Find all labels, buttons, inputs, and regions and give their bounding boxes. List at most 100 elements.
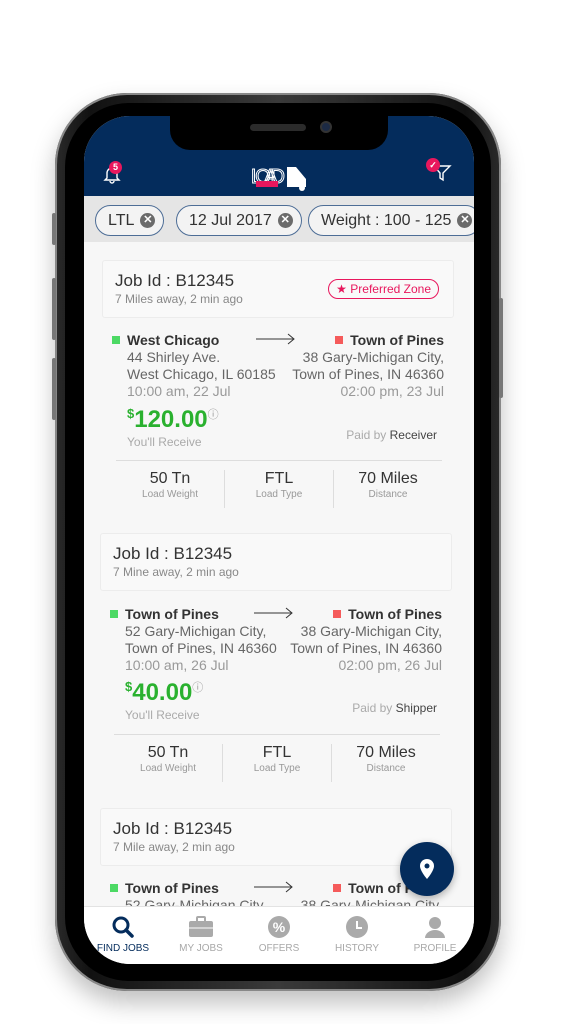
search-icon xyxy=(112,916,134,938)
bottom-tab-bar: FIND JOBS MY JOBS % OFFERS HISTORY PROFI… xyxy=(84,906,474,964)
origin-marker-icon xyxy=(110,610,118,618)
receive-label: You'll Receive xyxy=(125,708,200,722)
info-icon[interactable]: ⓘ xyxy=(208,409,219,421)
destination-address-line1: 38 Gary-Michigan City, xyxy=(302,349,444,365)
power-button xyxy=(499,298,503,398)
destination: Town of Pines 38 Gary-Michigan City, Tow… xyxy=(290,606,442,674)
map-view-button[interactable] xyxy=(400,842,454,896)
destination-address-line2: Town of Pines, IN 46360 xyxy=(292,366,444,382)
destination: Town of Pines 38 Gary-Michigan City, Tow… xyxy=(292,332,444,400)
divider xyxy=(114,734,440,735)
origin: Town of Pines 52 Gary-Michigan City, xyxy=(110,880,266,906)
destination-address-line1: 38 Gary-Michigan City, xyxy=(300,623,442,639)
speaker xyxy=(250,124,306,131)
tab-profile[interactable]: PROFILE xyxy=(396,907,474,964)
remove-filter-icon[interactable]: ✕ xyxy=(457,213,473,228)
tab-label: MY JOBS xyxy=(179,943,223,954)
job-stats: 50 Tn Load Weight FTL Load Type 70 Miles Di… xyxy=(114,744,440,782)
tab-label: FIND JOBS xyxy=(96,943,150,954)
job-id: Job Id : B12345 xyxy=(115,271,235,290)
job-card-header[interactable]: Job Id : B12345 7 Miles away, 2 min ago … xyxy=(102,260,454,318)
notification-badge: 5 xyxy=(109,161,122,174)
briefcase-icon xyxy=(189,916,213,937)
info-icon[interactable]: ⓘ xyxy=(192,682,203,694)
origin-address-line2: West Chicago, IL 60185 xyxy=(127,366,276,382)
stat-load-type: FTL Load Type xyxy=(224,470,333,508)
front-camera xyxy=(320,121,332,133)
job-card-header[interactable]: Job Id : B12345 7 Mile away, 2 min ago xyxy=(100,808,452,866)
paid-by: Paid by Receiver xyxy=(346,428,437,442)
destination-marker-icon xyxy=(335,336,344,344)
destination-city: Town of Pines xyxy=(348,606,442,622)
job-price: $40.00ⓘ xyxy=(125,679,204,706)
divider xyxy=(116,460,442,461)
job-route: Town of Pines 52 Gary-Michigan City, Tow… xyxy=(110,606,442,676)
app-logo: LOAD xyxy=(250,159,310,191)
remove-filter-icon[interactable]: ✕ xyxy=(277,213,293,228)
job-meta: 7 Mile away, 2 min ago xyxy=(113,840,235,854)
destination-marker-icon xyxy=(333,610,342,618)
job-stats: 50 Tn Load Weight FTL Load Type 70 Miles Di… xyxy=(116,470,442,508)
stat-load-weight: 50 Tn Load Weight xyxy=(140,744,196,774)
filter-chip-weight[interactable]: Weight : 100 - 125 ✕ xyxy=(308,205,474,236)
stat-load-type: FTL Load Type xyxy=(222,744,331,782)
svg-text:%: % xyxy=(273,919,286,935)
payer: Shipper xyxy=(395,701,437,715)
tab-label: PROFILE xyxy=(413,943,457,954)
tab-history[interactable]: HISTORY xyxy=(318,907,396,964)
origin-marker-icon xyxy=(112,336,120,344)
app-screen: 5 LOAD ✓ LTL ✕ 12 Jul 2017 ✕ Weight : 10… xyxy=(84,116,474,964)
origin-city: Town of Pines xyxy=(125,880,219,896)
badge-label: Preferred Zone xyxy=(350,282,431,296)
star-icon: ★ xyxy=(336,282,347,296)
payer: Receiver xyxy=(389,428,437,442)
job-card-header[interactable]: Job Id : B12345 7 Mine away, 2 min ago xyxy=(100,533,452,591)
origin-address-line1: 44 Shirley Ave. xyxy=(127,349,221,365)
filter-active-badge: ✓ xyxy=(426,158,440,172)
origin-city: West Chicago xyxy=(127,332,220,348)
percent-icon: % xyxy=(268,916,290,938)
stat-distance: 70 Miles Distance xyxy=(333,470,442,508)
volume-up-button xyxy=(52,278,56,340)
job-id: Job Id : B12345 xyxy=(113,819,233,838)
origin: Town of Pines 52 Gary-Michigan City, Tow… xyxy=(110,606,277,674)
destination-address-line2: Town of Pines, IN 46360 xyxy=(290,640,442,656)
filter-button[interactable]: ✓ xyxy=(426,158,452,187)
job-meta: 7 Miles away, 2 min ago xyxy=(115,292,243,306)
destination-marker-icon xyxy=(333,884,342,892)
job-price: $120.00ⓘ xyxy=(127,406,219,433)
paid-by: Paid by Shipper xyxy=(352,701,437,715)
arrow-right-icon xyxy=(254,607,293,619)
job-route: Town of Pines 52 Gary-Michigan City, Tow… xyxy=(110,880,442,906)
arrow-right-icon xyxy=(254,881,293,893)
filter-chip-date[interactable]: 12 Jul 2017 ✕ xyxy=(176,205,302,236)
pickup-time: 10:00 am, 26 Jul xyxy=(125,657,229,673)
destination-address-line1: 38 Gary-Michigan City, xyxy=(300,897,442,906)
destination-city: Town of Pines xyxy=(350,332,444,348)
history-icon xyxy=(346,916,368,938)
notch xyxy=(170,116,388,150)
chip-label: 12 Jul 2017 xyxy=(189,211,272,229)
pickup-time: 10:00 am, 22 Jul xyxy=(127,383,231,399)
job-list[interactable]: Job Id : B12345 7 Miles away, 2 min ago … xyxy=(84,242,474,906)
tab-offers[interactable]: % OFFERS xyxy=(240,907,318,964)
origin-address-line1: 52 Gary-Michigan City, xyxy=(125,623,267,639)
mute-switch xyxy=(52,213,56,245)
chip-label: LTL xyxy=(108,211,135,229)
volume-down-button xyxy=(52,358,56,420)
tab-my-jobs[interactable]: MY JOBS xyxy=(162,907,240,964)
active-filters-bar: LTL ✕ 12 Jul 2017 ✕ Weight : 100 - 125 ✕ xyxy=(84,196,474,242)
stat-distance: 70 Miles Distance xyxy=(331,744,440,782)
tab-find-jobs[interactable]: FIND JOBS xyxy=(84,907,162,964)
job-meta: 7 Mine away, 2 min ago xyxy=(113,565,239,579)
notifications-button[interactable]: 5 xyxy=(102,161,122,189)
delivery-time: 02:00 pm, 26 Jul xyxy=(338,657,442,673)
origin-marker-icon xyxy=(110,884,118,892)
arrow-right-icon xyxy=(256,333,295,345)
filter-chip-load-type[interactable]: LTL ✕ xyxy=(95,205,165,236)
stat-load-weight: 50 Tn Load Weight xyxy=(142,470,198,500)
origin-address-line1: 52 Gary-Michigan City, xyxy=(125,897,267,906)
tab-label: HISTORY xyxy=(334,943,380,954)
origin-city: Town of Pines xyxy=(125,606,219,622)
remove-filter-icon[interactable]: ✕ xyxy=(140,213,156,228)
